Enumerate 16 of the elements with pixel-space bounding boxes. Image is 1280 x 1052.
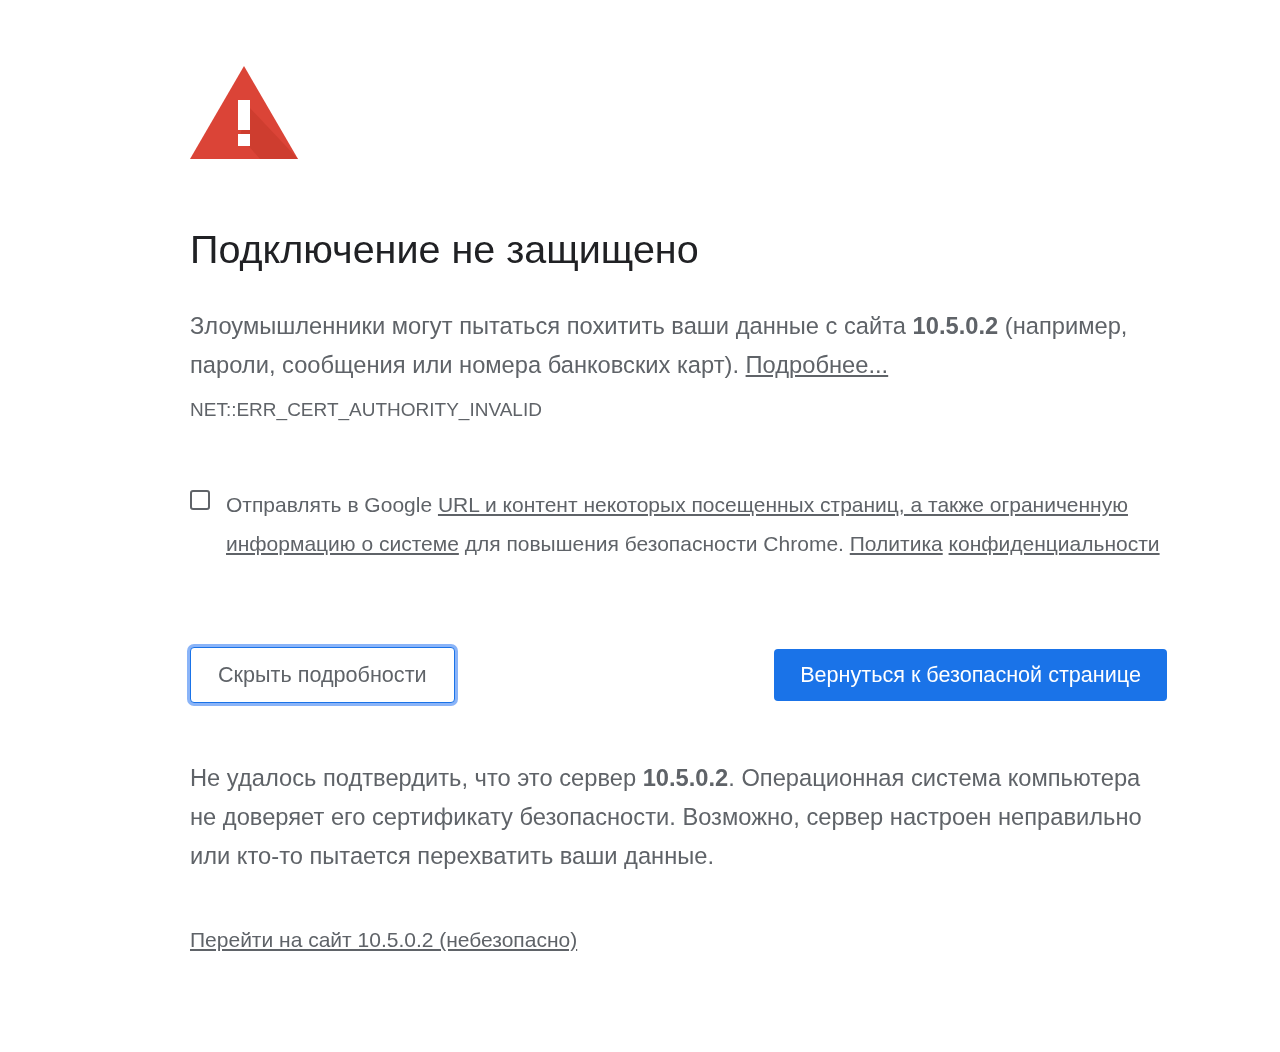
policy-link[interactable]: URL и контент некоторых посещенных страниц, а также ограниченную	[437, 493, 1128, 516]
details-text: Не удалось подтвердить, что это сервер 10.5.0.2. Операционная система компьютера не доверяет его сертификату безопасности. Возможно, сервер настроен неправильно или кто-то пытается перехватить ваши данные.	[190, 764, 1143, 871]
warning-icon	[190, 66, 298, 159]
option-text: Отправлять в Google	[226, 493, 433, 516]
proceed-link[interactable]: Перейти на сайт 10.5.0.2 (небезопасно)	[190, 928, 578, 952]
hide-details-button[interactable]: Скрыть подробности	[190, 647, 455, 703]
policy-link[interactable]: Политика	[849, 532, 943, 555]
report-checkbox[interactable]	[190, 490, 210, 510]
page-heading: Подключение не защищено	[190, 227, 699, 271]
more-link[interactable]: Подробнее...	[745, 352, 889, 378]
policy-link[interactable]: конфиденциальности	[948, 532, 1160, 555]
error-code: NET::ERR_CERT_AUTHORITY_INVALID	[190, 399, 542, 421]
warning-text: Злоумышленники могут пытаться похитить ваши данные с сайта 10.5.0.2 (например, пароли, сообщения или номера банковских карт). Подробнее...	[190, 312, 1129, 380]
policy-link[interactable]: информацию о системе	[226, 532, 459, 555]
back-to-safety-button[interactable]: Вернуться к безопасной странице	[774, 649, 1167, 701]
option-text: для повышения безопасности Chrome.	[464, 532, 844, 555]
